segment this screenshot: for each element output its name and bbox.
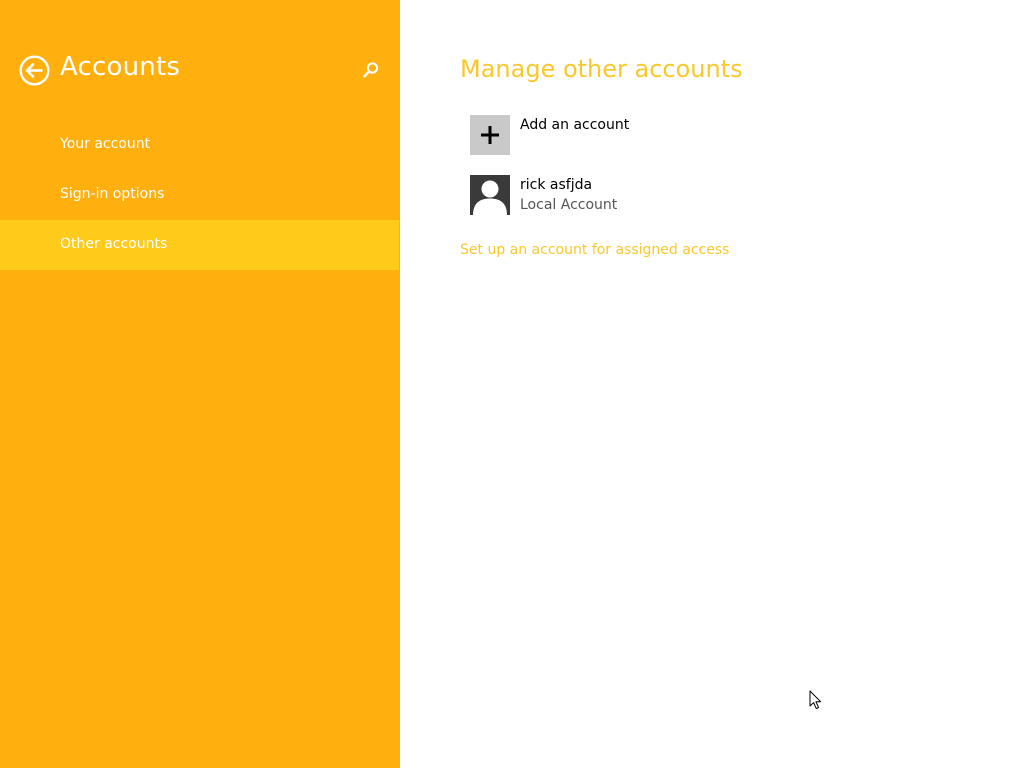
sidebar-item-other-accounts[interactable]: Other accounts — [0, 220, 399, 270]
search-icon — [363, 62, 379, 78]
sidebar: Accounts Your account Sign-in options Ot… — [0, 0, 400, 768]
avatar — [470, 175, 510, 215]
mouse-pointer-icon — [809, 690, 822, 710]
back-arrow-circle-icon — [19, 55, 50, 86]
sidebar-nav: Your account Sign-in options Other accou… — [0, 120, 400, 270]
account-list-item[interactable]: rick asfjda Local Account — [470, 175, 770, 215]
add-account-label: Add an account — [520, 117, 630, 133]
user-avatar-icon — [470, 175, 510, 215]
add-account-tile — [470, 115, 510, 155]
account-type: Local Account — [520, 197, 618, 213]
sidebar-item-your-account[interactable]: Your account — [0, 120, 400, 170]
back-button[interactable] — [19, 55, 50, 86]
sidebar-title: Accounts — [60, 52, 181, 82]
sidebar-item-label: Your account — [60, 136, 151, 152]
account-name: rick asfjda — [520, 177, 593, 193]
search-button[interactable] — [362, 61, 380, 79]
page-title: Manage other accounts — [460, 55, 743, 83]
sidebar-item-sign-in-options[interactable]: Sign-in options — [0, 170, 400, 220]
sidebar-item-label: Sign-in options — [60, 186, 165, 202]
plus-icon — [481, 126, 499, 144]
add-account-button[interactable]: Add an account — [470, 115, 770, 155]
sidebar-item-label: Other accounts — [60, 236, 168, 252]
main-content: Manage other accounts Add an account ric… — [400, 0, 1024, 768]
pc-settings-window: Accounts Your account Sign-in options Ot… — [0, 0, 1024, 768]
assigned-access-link[interactable]: Set up an account for assigned access — [460, 242, 729, 258]
